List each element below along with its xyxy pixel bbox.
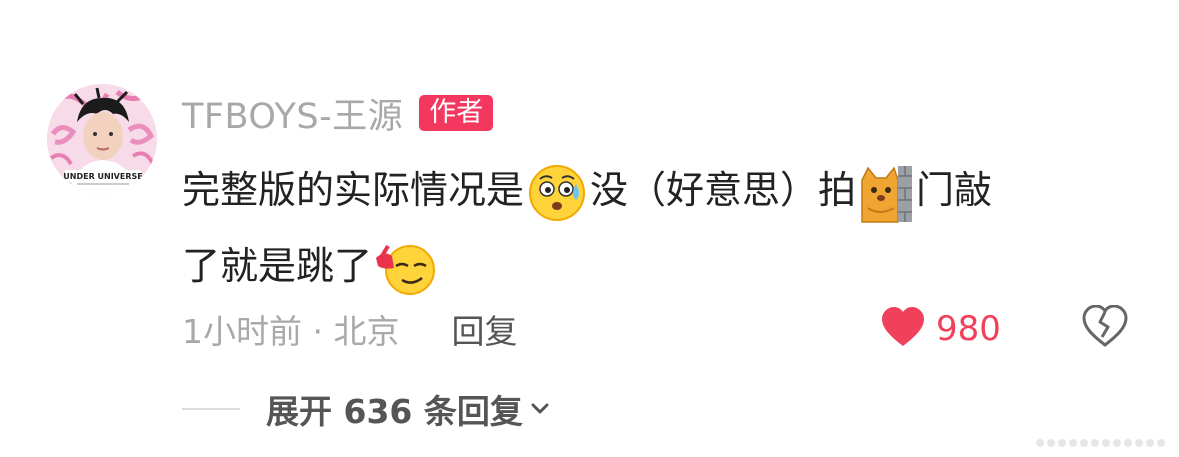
timestamp-location: 1小时前 · 北京	[182, 312, 400, 351]
cat-behind-wall-emoji-icon	[858, 162, 914, 224]
author-row: TFBOYS-王源 作者	[182, 88, 494, 139]
comment-text-part-3: 门敲	[916, 168, 993, 212]
broken-heart-icon	[1082, 304, 1128, 351]
expand-replies[interactable]: 展开 636 条回复	[182, 384, 549, 434]
author-avatar[interactable]: UNDER UNIVERSE	[47, 84, 157, 194]
like-count: 980	[936, 309, 1001, 349]
smirking-thumbs-emoji-icon	[374, 240, 438, 298]
comment-text-part-2: 没（好意思）拍	[590, 168, 857, 212]
chevron-down-icon	[531, 403, 549, 415]
comment-text: 完整版的实际情况是 没（好意思）拍 门敲 了就是跳了	[182, 152, 1142, 304]
divider-line	[182, 408, 240, 410]
like-button[interactable]: 980	[880, 304, 1001, 354]
author-name[interactable]: TFBOYS-王源	[182, 88, 403, 139]
expand-replies-label: 展开 636 条回复	[266, 392, 523, 431]
sweating-worried-emoji-icon	[526, 162, 588, 224]
comment-text-part-1: 完整版的实际情况是	[182, 168, 525, 212]
reply-button[interactable]: 回复	[451, 305, 517, 353]
svg-text:UNDER UNIVERSE: UNDER UNIVERSE	[63, 172, 142, 181]
heart-icon	[880, 306, 926, 352]
comment-text-part-4: 了就是跳了	[182, 244, 373, 288]
watermark	[1036, 439, 1165, 447]
dislike-button[interactable]	[1080, 304, 1130, 352]
author-badge: 作者	[419, 95, 494, 131]
comment-meta: 1小时前 · 北京 回复	[182, 304, 517, 354]
